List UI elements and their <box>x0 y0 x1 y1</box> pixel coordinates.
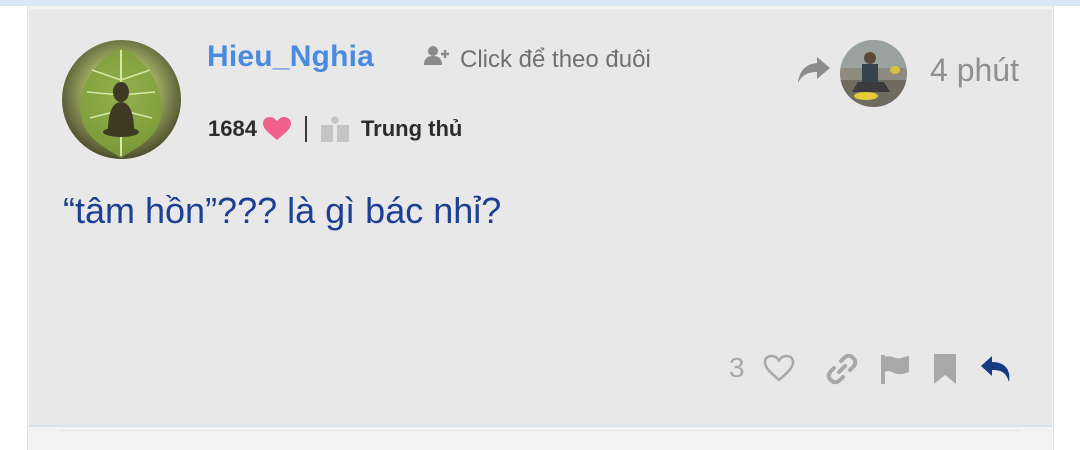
follow-label: Click để theo đuôi <box>460 45 651 73</box>
flag-icon[interactable] <box>879 353 911 390</box>
user-plus-icon <box>424 45 450 74</box>
reply-icon[interactable] <box>980 355 1012 388</box>
heart-outline-icon[interactable] <box>763 354 795 387</box>
share-arrow-icon[interactable] <box>797 55 831 90</box>
book-icon <box>320 116 349 142</box>
divider <box>62 430 1020 431</box>
heart-icon <box>262 117 291 141</box>
post-content: “tâm hồn”??? là gì bác nhỉ? <box>63 190 502 231</box>
user-meta: 1684 Trung thủ <box>208 116 462 142</box>
reply-to-avatar[interactable] <box>840 40 907 107</box>
like-count: 3 <box>729 352 745 383</box>
link-icon[interactable] <box>826 353 858 390</box>
user-title: Trung thủ <box>360 116 463 141</box>
username-link[interactable]: Hieu_Nghia <box>207 40 374 74</box>
follow-button[interactable]: Click để theo đuôi <box>424 45 651 74</box>
avatar[interactable] <box>62 40 181 159</box>
bookmark-icon[interactable] <box>933 353 957 390</box>
post-time[interactable]: 4 phút <box>930 52 1019 89</box>
likes-received-count: 1684 <box>208 116 257 141</box>
meta-separator <box>304 116 307 142</box>
